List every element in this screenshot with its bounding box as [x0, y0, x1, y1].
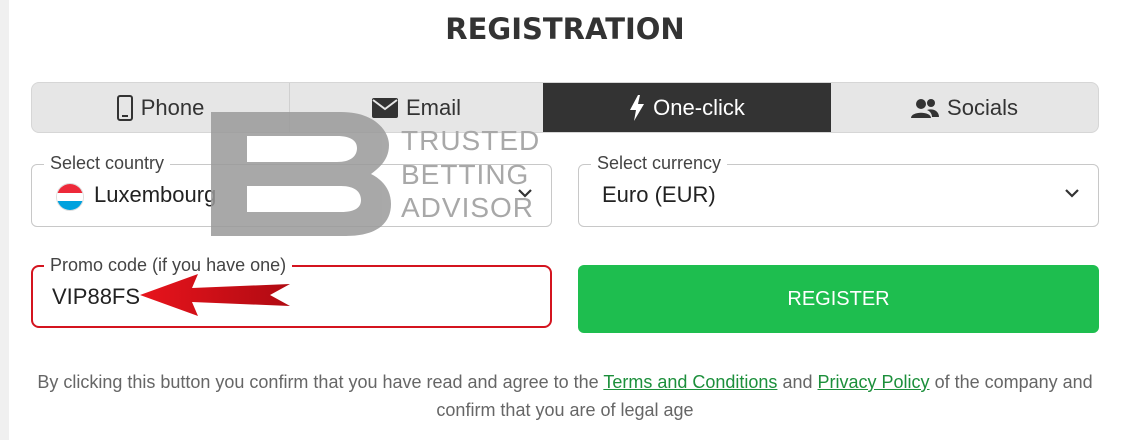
tab-socials-label: Socials	[947, 94, 1018, 120]
tab-socials[interactable]: Socials	[831, 83, 1098, 132]
chevron-down-icon	[1065, 189, 1079, 198]
left-edge-strip	[0, 0, 9, 440]
tab-email-label: Email	[405, 94, 461, 120]
envelope-icon	[371, 97, 398, 118]
currency-value: Euro (EUR)	[602, 182, 716, 207]
currency-select[interactable]: Select currency Euro (EUR)	[578, 153, 1099, 227]
tab-one-click-label: One-click	[653, 94, 745, 120]
watermark-text-line3: ADVISOR	[401, 192, 535, 223]
watermark-text-line1: TRUSTED	[401, 125, 541, 156]
terms-link[interactable]: Terms and Conditions	[603, 372, 777, 392]
page-title: REGISTRATION	[445, 12, 685, 46]
lightning-icon	[629, 94, 645, 121]
registration-tabs: Phone Email One-click Socials	[31, 82, 1099, 133]
legal-notice: By clicking this button you confirm that…	[20, 368, 1110, 424]
phone-icon	[116, 94, 133, 121]
register-button[interactable]: REGISTER	[578, 265, 1099, 333]
country-value: Luxembourg	[94, 182, 217, 207]
country-legend: Select country	[44, 153, 171, 174]
promo-value: VIP88FS	[52, 284, 141, 309]
currency-legend: Select currency	[591, 153, 728, 174]
tab-phone-label: Phone	[140, 94, 205, 120]
legal-prefix: By clicking this button you confirm that…	[37, 372, 599, 392]
tab-one-click[interactable]: One-click	[543, 83, 831, 132]
red-arrow-annotation	[140, 274, 290, 316]
users-icon	[911, 98, 940, 118]
watermark-text-line2: BETTING	[401, 159, 530, 190]
privacy-link[interactable]: Privacy Policy	[818, 372, 930, 392]
legal-and: and	[782, 372, 813, 392]
luxembourg-flag-icon	[56, 183, 84, 211]
tab-phone[interactable]: Phone	[32, 83, 290, 132]
